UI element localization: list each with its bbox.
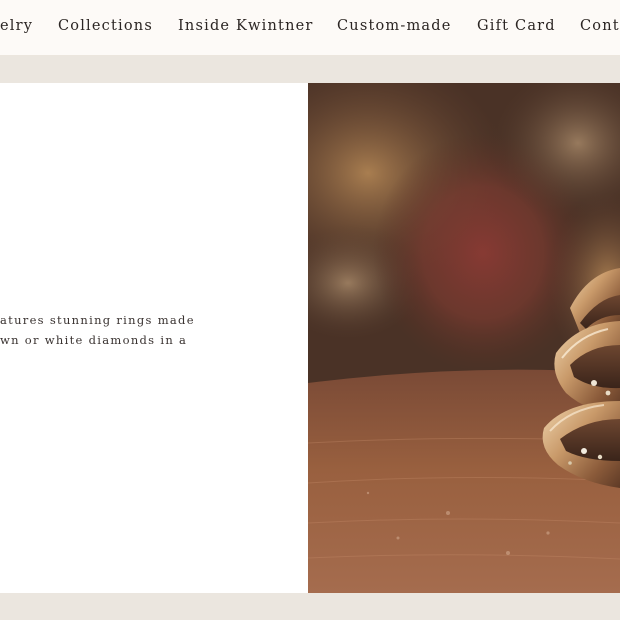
intro-text-panel: atures stunning rings made wn or white d… [0, 83, 308, 593]
nav-item-custom-made[interactable]: Custom-made [337, 17, 452, 35]
nav-item-collections[interactable]: Collections [58, 17, 153, 35]
nav-item-inside-kwintner[interactable]: Inside Kwintner [178, 17, 314, 35]
main-navigation: elry Collections Inside Kwintner Custom-… [0, 0, 620, 56]
intro-text-line-1: atures stunning rings made [0, 313, 195, 327]
top-spacer [0, 56, 620, 83]
nav-item-jewelry[interactable]: elry [0, 17, 33, 35]
nav-item-gift-card[interactable]: Gift Card [477, 17, 556, 35]
bottom-spacer [0, 593, 620, 620]
ring-stack-photo-art [308, 83, 620, 593]
intro-text-line-2: wn or white diamonds in a [0, 333, 188, 347]
nav-item-contact[interactable]: Cont [580, 17, 620, 35]
ring-stack-photo [308, 83, 620, 593]
